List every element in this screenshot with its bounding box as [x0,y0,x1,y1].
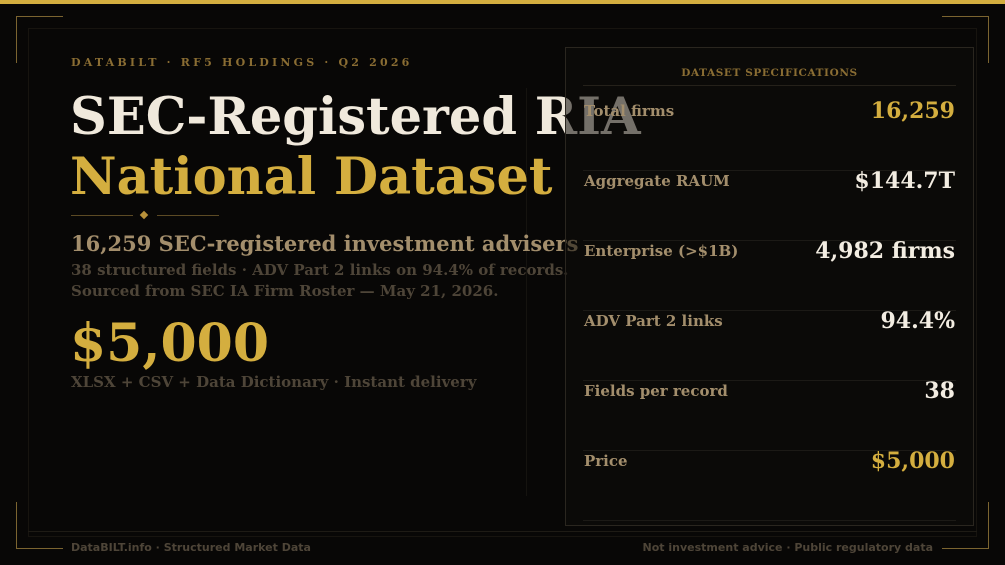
panel-title: DATASET SPECIFICATIONS [681,67,858,79]
spec-row-fields-per-record: Fields per record 38 [583,378,956,451]
spec-row-total-firms: Total firms 16,259 [583,98,956,171]
spec-row-adv-part-2-links: ADV Part 2 links 94.4% [583,308,956,381]
spec-label: Fields per record [584,382,728,400]
spec-value: 38 [924,378,955,404]
spec-label: Price [584,452,628,470]
spec-value: 4,982 firms [815,238,955,264]
ornament-line-left [71,215,133,216]
spec-value: 94.4% [880,308,956,334]
spec-row-aggregate-raum: Aggregate RAUM $144.7T [583,168,956,241]
spec-value: 16,259 [870,98,955,124]
spec-label: Aggregate RAUM [584,172,730,190]
ornament-line-right [157,215,219,216]
corner-bracket-top-left [16,16,63,63]
eyebrow-text: DATABILT · RF5 HOLDINGS · Q2 2026 [71,56,413,69]
title-line-2: National Dataset [70,147,553,207]
description-line-1: 38 structured fields · ADV Part 2 links … [71,261,569,279]
top-accent-bar [0,0,1005,4]
footer-right-text: Not investment advice · Public regulator… [642,541,933,554]
delivery-formats: XLSX + CSV + Data Dictionary · Instant d… [71,373,477,391]
specifications-panel: DATASET SPECIFICATIONS Total firms 16,25… [565,47,974,526]
spec-label: Enterprise (>$1B) [584,242,739,260]
spec-label: Total firms [584,102,675,120]
diamond-icon [139,210,149,220]
description-line-2: Sourced from SEC IA Firm Roster — May 21… [71,282,499,300]
footer-rule [28,531,977,532]
spec-value: $5,000 [870,448,955,474]
footer-left-text: DataBILT.info · Structured Market Data [71,541,311,554]
spec-row-enterprise: Enterprise (>$1B) 4,982 firms [583,238,956,311]
ornament-divider [71,209,219,223]
panel-title-rule [583,85,956,86]
spec-value: $144.7T [854,168,955,194]
spec-label: ADV Part 2 links [584,312,723,330]
title-line-1: SEC-Registered RIA [70,87,641,147]
price: $5,000 [70,313,270,374]
spec-row-price: Price $5,000 [583,448,956,521]
subheadline: 16,259 SEC-registered investment adviser… [71,231,579,256]
corner-bracket-bottom-left [16,502,63,549]
